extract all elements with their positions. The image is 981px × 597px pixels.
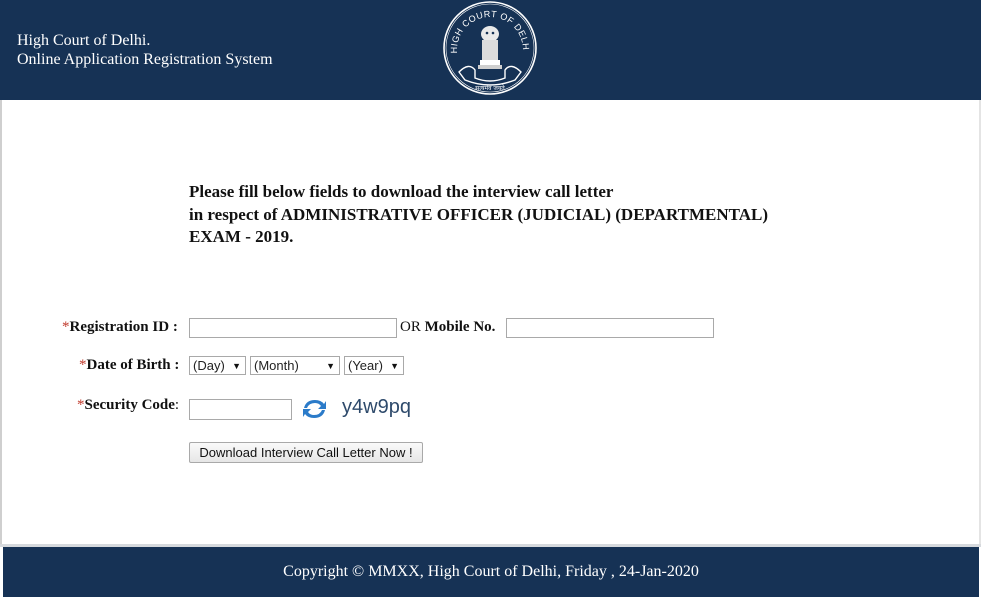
dob-year-select[interactable]: (Year) ▼ [344,356,404,375]
site-title-line2: Online Application Registration System [17,51,273,68]
security-code-label: *Security Code: [77,397,180,413]
instructions-line3: EXAM - 2019. [189,227,294,246]
court-emblem-icon: HIGH COURT OF DELHI सत्यमेव जयते [435,0,537,95]
page-header: High Court of Delhi. Online Application … [0,0,981,100]
chevron-down-icon: ▼ [390,361,399,371]
instructions-line1: Please fill below fields to download the… [189,182,614,201]
download-call-letter-button[interactable]: Download Interview Call Letter Now ! [189,442,423,463]
required-marker: * [77,397,85,413]
security-code-input[interactable] [189,399,292,420]
refresh-icon[interactable] [301,398,328,420]
site-title-line1: High Court of Delhi. [17,32,151,49]
chevron-down-icon: ▼ [232,361,241,371]
copyright-text: Copyright © MMXX, High Court of Delhi, F… [283,563,699,580]
registration-id-label: *Registration ID : [62,319,178,335]
page-footer: Copyright © MMXX, High Court of Delhi, F… [3,547,979,597]
frame-border-left [0,100,2,546]
registration-id-input[interactable] [189,318,397,338]
mobile-no-label: OR Mobile No. [400,319,496,335]
required-marker: * [79,357,87,373]
instructions-heading: Please fill below fields to download the… [189,181,768,249]
dob-month-select[interactable]: (Month) ▼ [250,356,340,375]
captcha-code: y4w9pq [342,396,411,418]
mobile-no-input[interactable] [506,318,714,338]
dob-day-select[interactable]: (Day) ▼ [189,356,246,375]
svg-text:सत्यमेव जयते: सत्यमेव जयते [475,84,505,92]
or-text: OR [400,319,421,335]
chevron-down-icon: ▼ [326,361,335,371]
site-title: High Court of Delhi. Online Application … [17,31,273,69]
required-marker: * [62,319,70,335]
date-of-birth-label: *Date of Birth : [79,357,180,373]
instructions-line2: in respect of ADMINISTRATIVE OFFICER (JU… [189,204,768,224]
